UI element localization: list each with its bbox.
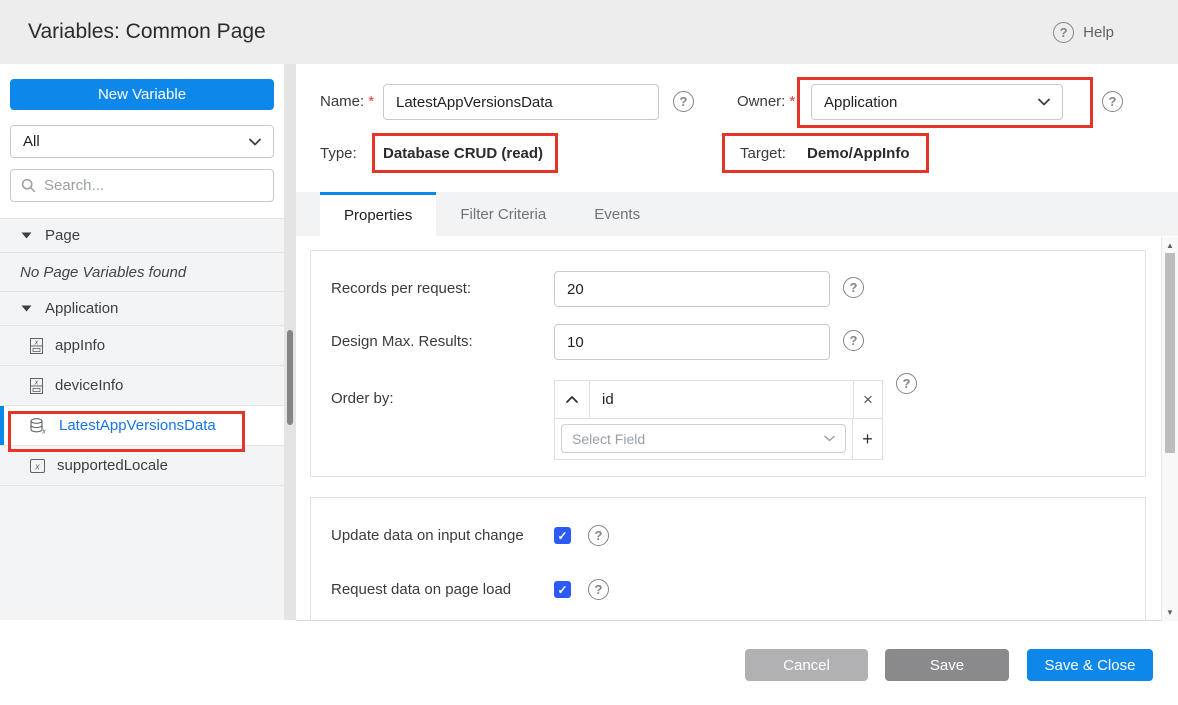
update-data-help-icon[interactable]: ? [588,525,609,546]
order-by-widget: × Select Field + [554,380,883,460]
tree-item-label: supportedLocale [57,457,168,474]
data-options-panel: Update data on input change ✓ ? Request … [310,497,1146,621]
update-data-label: Update data on input change [331,518,524,554]
svg-text:x: x [34,339,39,346]
save-button[interactable]: Save [885,649,1009,681]
owner-help-icon[interactable]: ? [1102,91,1123,112]
selected-indicator-bar [0,406,4,445]
tree-item-deviceinfo[interactable]: x deviceInfo [0,366,284,406]
chevron-down-icon [824,435,835,442]
request-data-label: Request data on page load [331,572,511,608]
tree-item-supportedlocale[interactable]: x supportedLocale [0,446,284,486]
order-by-label: Order by: [331,380,394,418]
tree-group-label: Page [45,227,80,244]
variables-sidebar: New Variable All Page No Page Variables … [0,64,284,620]
add-order-field-button[interactable]: + [853,419,882,459]
select-field-placeholder: Select Field [572,431,645,447]
design-max-results-label: Design Max. Results: [331,324,473,360]
help-label: Help [1083,24,1114,41]
object-type-icon: x [30,378,43,394]
svg-text:x: x [34,461,40,471]
properties-scrollbar-thumb[interactable] [1165,253,1175,453]
type-value: Database CRUD (read) [383,135,543,173]
design-max-results-input[interactable] [554,324,830,360]
sidebar-scrollbar-thumb[interactable] [287,330,293,425]
required-asterisk: * [368,93,374,110]
remove-order-field-button[interactable]: × [853,381,882,418]
save-and-close-button[interactable]: Save & Close [1027,649,1153,681]
tree-item-appinfo[interactable]: x appInfo [0,326,284,366]
properties-scroll-area: Records per request: ? Design Max. Resul… [296,236,1178,621]
dialog-header: Variables: Common Page ? Help [0,0,1178,64]
required-asterisk: * [789,93,795,110]
name-help-icon[interactable]: ? [673,91,694,112]
sidebar-scrollbar[interactable] [284,64,296,620]
tree-empty-space [0,486,284,613]
name-label-text: Name: [320,93,364,110]
scroll-down-arrow-icon[interactable]: ▼ [1162,608,1178,617]
variables-tree: Page No Page Variables found Application… [0,218,284,620]
search-input[interactable] [44,177,263,194]
records-per-request-label: Records per request: [331,271,471,307]
search-icon [21,178,36,193]
chevron-down-icon [1038,98,1050,106]
request-settings-panel: Records per request: ? Design Max. Resul… [310,250,1146,477]
help-button[interactable]: ? Help [1053,0,1114,64]
name-label: Name:* [320,84,374,120]
tab-properties[interactable]: Properties [320,192,436,236]
owner-select[interactable]: Application [811,84,1063,120]
tree-group-page[interactable]: Page [0,219,284,253]
sort-ascending-button[interactable] [555,381,590,418]
help-icon: ? [1053,22,1074,43]
cancel-button[interactable]: Cancel [745,649,868,681]
request-data-checkbox[interactable]: ✓ [554,581,571,598]
owner-label: Owner:* [737,84,795,120]
chevron-down-icon [249,138,261,146]
string-type-icon: x [30,459,45,473]
tree-group-label: Application [45,300,118,317]
variable-search-box [10,169,274,202]
tree-item-label: deviceInfo [55,377,123,394]
records-help-icon[interactable]: ? [843,277,864,298]
design-help-icon[interactable]: ? [843,330,864,351]
variable-editor: Name:* ? Owner:* Application ? Type: Dat… [296,64,1178,705]
name-input[interactable] [383,84,659,120]
tab-filter-criteria[interactable]: Filter Criteria [436,192,570,236]
tree-item-label: LatestAppVersionsData [59,417,216,434]
owner-label-text: Owner: [737,93,785,110]
scroll-up-arrow-icon[interactable]: ▲ [1162,241,1178,250]
tab-events[interactable]: Events [570,192,664,236]
object-type-icon: x [30,338,43,354]
tree-group-application[interactable]: Application [0,292,284,326]
triangle-down-icon [21,305,32,312]
properties-scrollbar[interactable]: ▲ ▼ [1161,237,1178,621]
editor-tabs: Properties Filter Criteria Events [296,192,1178,236]
request-data-help-icon[interactable]: ? [588,579,609,600]
variable-filter-value: All [23,133,40,150]
triangle-down-icon [21,232,32,239]
new-variable-button[interactable]: New Variable [10,79,274,110]
page-title: Variables: Common Page [28,0,266,64]
order-by-row: × [555,381,882,419]
type-label: Type: [320,135,357,173]
tree-empty-message: No Page Variables found [0,253,284,292]
add-order-field-row: Select Field + [555,419,882,459]
variable-filter-select[interactable]: All [10,125,274,158]
svg-text:x: x [41,428,46,434]
variables-dialog: Variables: Common Page ? Help New Variab… [0,0,1178,705]
select-field-dropdown[interactable]: Select Field [561,424,846,453]
order-by-help-icon[interactable]: ? [896,373,917,394]
order-field-input[interactable] [590,381,853,418]
svg-text:x: x [34,379,39,386]
tree-item-label: appInfo [55,337,105,354]
records-per-request-input[interactable] [554,271,830,307]
select-field-cell: Select Field [555,419,853,459]
update-data-checkbox[interactable]: ✓ [554,527,571,544]
target-label: Target: [740,135,786,173]
database-type-icon: x [30,418,47,434]
tree-item-latestappversionsdata[interactable]: x LatestAppVersionsData [0,406,284,446]
owner-selected-value: Application [824,94,897,111]
caret-up-icon [566,396,578,403]
target-value: Demo/AppInfo [807,135,910,173]
